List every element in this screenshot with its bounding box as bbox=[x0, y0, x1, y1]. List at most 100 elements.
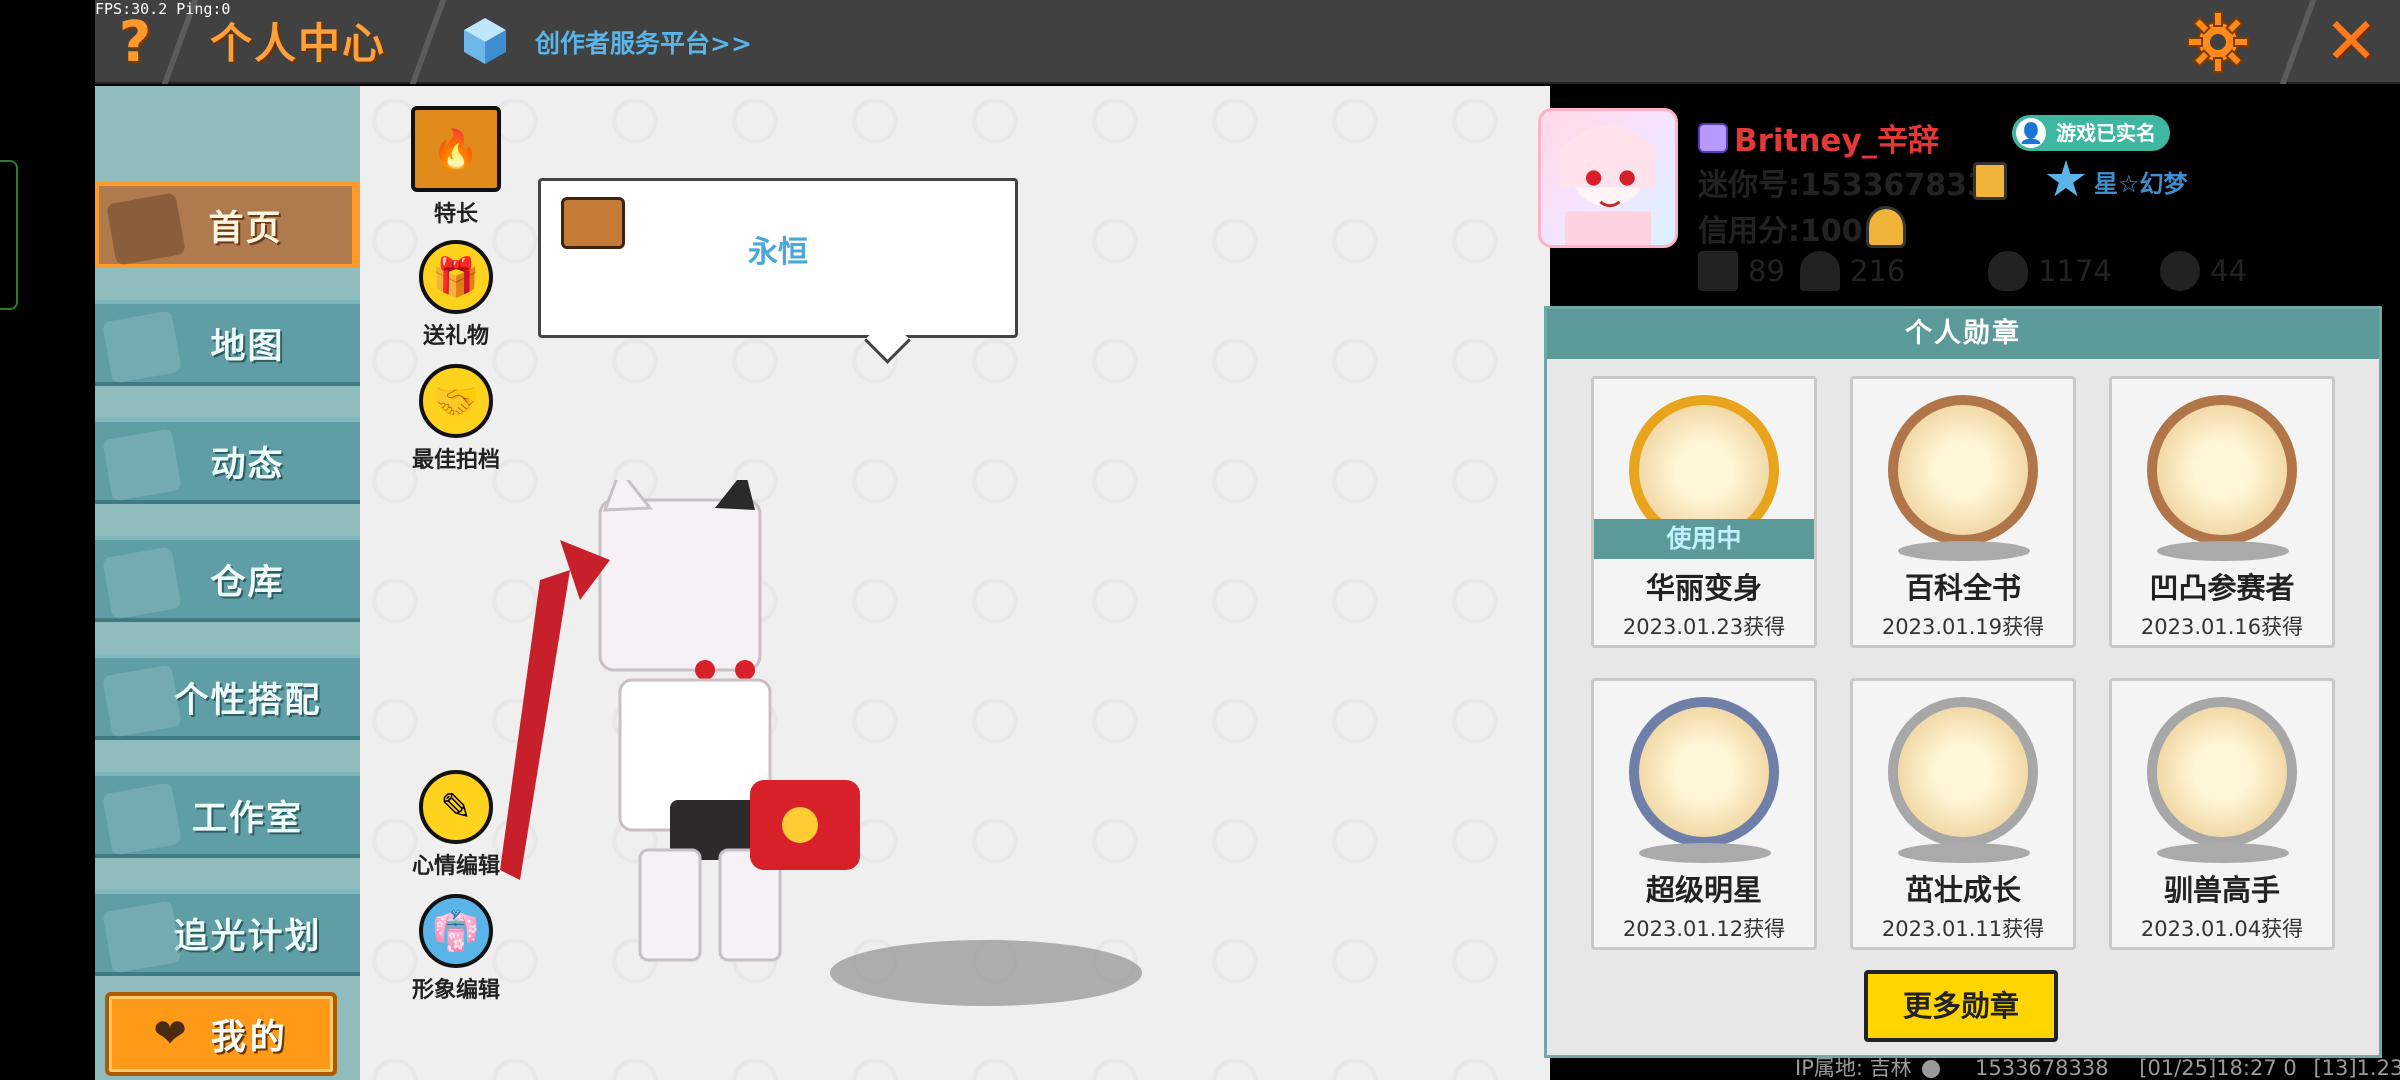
medal-card[interactable]: 百科全书 2023.01.19获得 bbox=[1850, 376, 2076, 648]
medal-shadow bbox=[2157, 843, 2289, 863]
mood-text: 永恒 bbox=[748, 235, 808, 270]
sidebar-item-feed[interactable]: 动态 bbox=[95, 418, 360, 504]
home-icon bbox=[106, 192, 186, 266]
divider bbox=[2279, 0, 2317, 84]
plus-icon bbox=[1698, 251, 1738, 291]
chase-light-icon bbox=[102, 900, 182, 974]
avatar[interactable] bbox=[1538, 108, 1678, 248]
house-icon bbox=[102, 546, 182, 620]
avatar-edit-label: 形象编辑 bbox=[411, 978, 500, 1003]
close-button[interactable]: ✕ bbox=[2324, 6, 2378, 78]
studio-icon bbox=[102, 782, 182, 856]
stat-plus-value: 89 bbox=[1748, 254, 1785, 288]
creator-platform-link[interactable]: 创作者服务平台>> bbox=[535, 24, 752, 60]
medal-name: 凹凸参赛者 bbox=[2149, 571, 2295, 605]
stat-popularity-value: 1174 bbox=[2038, 254, 2112, 288]
sidebar-item-outfit[interactable]: 个性搭配 bbox=[95, 654, 360, 740]
more-medals-button[interactable]: 更多勋章 bbox=[1864, 970, 2058, 1042]
medal-shadow bbox=[1898, 843, 2030, 863]
medals-header: 个人勋章 bbox=[1547, 309, 2379, 359]
verified-text: 游戏已实名 bbox=[2056, 121, 2156, 145]
medal-shadow bbox=[1639, 843, 1771, 863]
stat-likes-value: 44 bbox=[2210, 254, 2247, 288]
mini-id: 迷你号:1533678338 bbox=[1698, 168, 2009, 203]
fps-readout: FPS:30.2 Ping:0 bbox=[95, 0, 231, 18]
screen: ? 个人中心 创作者服务平台>> ✕ FPS:30.2 Ping:0 首页 地图… bbox=[0, 0, 2400, 1080]
page-title: 个人中心 bbox=[210, 19, 387, 68]
specialty-label: 特长 bbox=[433, 202, 478, 227]
sidebar-item-label: 动态 bbox=[210, 444, 285, 485]
sidebar-item-chase-light[interactable]: 追光计划 bbox=[95, 890, 360, 976]
mood-edit-label: 心情编辑 bbox=[411, 854, 500, 879]
star-name[interactable]: 星☆幻梦 bbox=[2094, 164, 2188, 199]
medal-icon bbox=[2147, 697, 2297, 847]
copy-icon[interactable] bbox=[1973, 162, 2007, 200]
medal-icon bbox=[1888, 395, 2038, 545]
gear-icon[interactable] bbox=[2186, 10, 2250, 74]
medal-date: 2023.01.19获得 bbox=[1881, 615, 2045, 639]
cloak-icon: 👘 bbox=[419, 894, 493, 968]
ip-location: IP属地: 吉林 bbox=[1795, 1056, 1912, 1080]
gift-icon: 🎁 bbox=[419, 240, 493, 314]
avatar-portrait bbox=[1560, 125, 1656, 245]
avatar-edit-button[interactable]: 👘 形象编辑 bbox=[401, 894, 511, 1004]
sidebar: 首页 地图 动态 仓库 个性搭配 工作室 追光计划 ❤ 我的 bbox=[95, 86, 360, 1080]
medal-icon bbox=[2147, 395, 2297, 545]
credit-score: 信用分:100 bbox=[1698, 214, 1863, 249]
bell-icon bbox=[102, 428, 182, 502]
heart-icon: ❤ bbox=[153, 1011, 187, 1057]
medal-card[interactable]: 凹凸参赛者 2023.01.16获得 bbox=[2109, 376, 2335, 648]
mood-edit-button[interactable]: ✎ 心情编辑 bbox=[401, 770, 511, 880]
stat-popularity[interactable]: 1174 bbox=[1988, 248, 2112, 294]
verified-badge: 👤 游戏已实名 bbox=[2012, 115, 2170, 151]
medal-card[interactable]: 驯兽高手 2023.01.04获得 bbox=[2109, 678, 2335, 950]
username: Britney_辛辞 bbox=[1698, 115, 1939, 160]
sidebar-item-label: 仓库 bbox=[210, 562, 285, 603]
medal-icon bbox=[1888, 697, 2038, 847]
medal-name: 华丽变身 bbox=[1645, 571, 1762, 605]
mine-label: 我的 bbox=[210, 1017, 289, 1058]
footer-version: [13]1.23.0 bbox=[2313, 1056, 2400, 1080]
medal-card[interactable]: 茁壮成长 2023.01.11获得 bbox=[1850, 678, 2076, 950]
top-bar: ? 个人中心 创作者服务平台>> ✕ bbox=[95, 0, 2400, 84]
specialty-icon: 🔥 bbox=[411, 106, 501, 192]
handshake-icon: 🤝 bbox=[419, 364, 493, 438]
medal-date: 2023.01.04获得 bbox=[2140, 917, 2304, 941]
stat-fans[interactable]: 216 bbox=[1800, 248, 1905, 294]
footer-uid: 1533678338 bbox=[1974, 1056, 2109, 1080]
phone-notch bbox=[0, 160, 18, 310]
medal-shadow bbox=[1898, 541, 2030, 561]
sidebar-item-studio[interactable]: 工作室 bbox=[95, 772, 360, 858]
sidebar-item-map[interactable]: 地图 bbox=[95, 300, 360, 386]
sidebar-item-warehouse[interactable]: 仓库 bbox=[95, 536, 360, 622]
credit-icon[interactable] bbox=[1866, 206, 1906, 248]
medal-date: 2023.01.23获得 bbox=[1622, 615, 1786, 639]
best-partner-button[interactable]: 🤝 最佳拍档 bbox=[401, 364, 511, 474]
mood-bubble: 永恒 bbox=[538, 178, 1018, 338]
footer-time: [01/25]18:27 0 bbox=[2139, 1056, 2297, 1080]
medal-shadow bbox=[2157, 541, 2289, 561]
specialty-button[interactable]: 🔥 特长 bbox=[401, 106, 511, 228]
medal-date: 2023.01.11获得 bbox=[1881, 917, 2045, 941]
medal-card[interactable]: 使用中 华丽变身 2023.01.23获得 bbox=[1591, 376, 1817, 648]
footer-info: IP属地: 吉林 1533678338 [01/25]18:27 0 [13]1… bbox=[1795, 1052, 2400, 1080]
vip-icon bbox=[1698, 122, 1728, 153]
medal-icon bbox=[1629, 697, 1779, 847]
gift-button[interactable]: 🎁 送礼物 bbox=[401, 240, 511, 350]
stat-plus[interactable]: 89 bbox=[1698, 248, 1785, 294]
stat-likes[interactable]: 44 bbox=[2160, 248, 2247, 294]
gift-label: 送礼物 bbox=[422, 324, 489, 349]
star-icon bbox=[2046, 160, 2086, 197]
fire-icon bbox=[1988, 251, 2028, 291]
character-avatar[interactable] bbox=[500, 480, 940, 980]
sidebar-item-home[interactable]: 首页 bbox=[95, 182, 360, 268]
sidebar-item-label: 地图 bbox=[210, 326, 285, 367]
medal-date: 2023.01.12获得 bbox=[1622, 917, 1786, 941]
mine-button[interactable]: ❤ 我的 bbox=[105, 992, 337, 1076]
edit-icon: ✎ bbox=[419, 770, 493, 844]
medal-name: 超级明星 bbox=[1645, 873, 1762, 907]
info-icon[interactable] bbox=[1922, 1060, 1941, 1078]
medal-card[interactable]: 超级明星 2023.01.12获得 bbox=[1591, 678, 1817, 950]
divider bbox=[409, 0, 447, 84]
map-icon bbox=[102, 310, 182, 384]
